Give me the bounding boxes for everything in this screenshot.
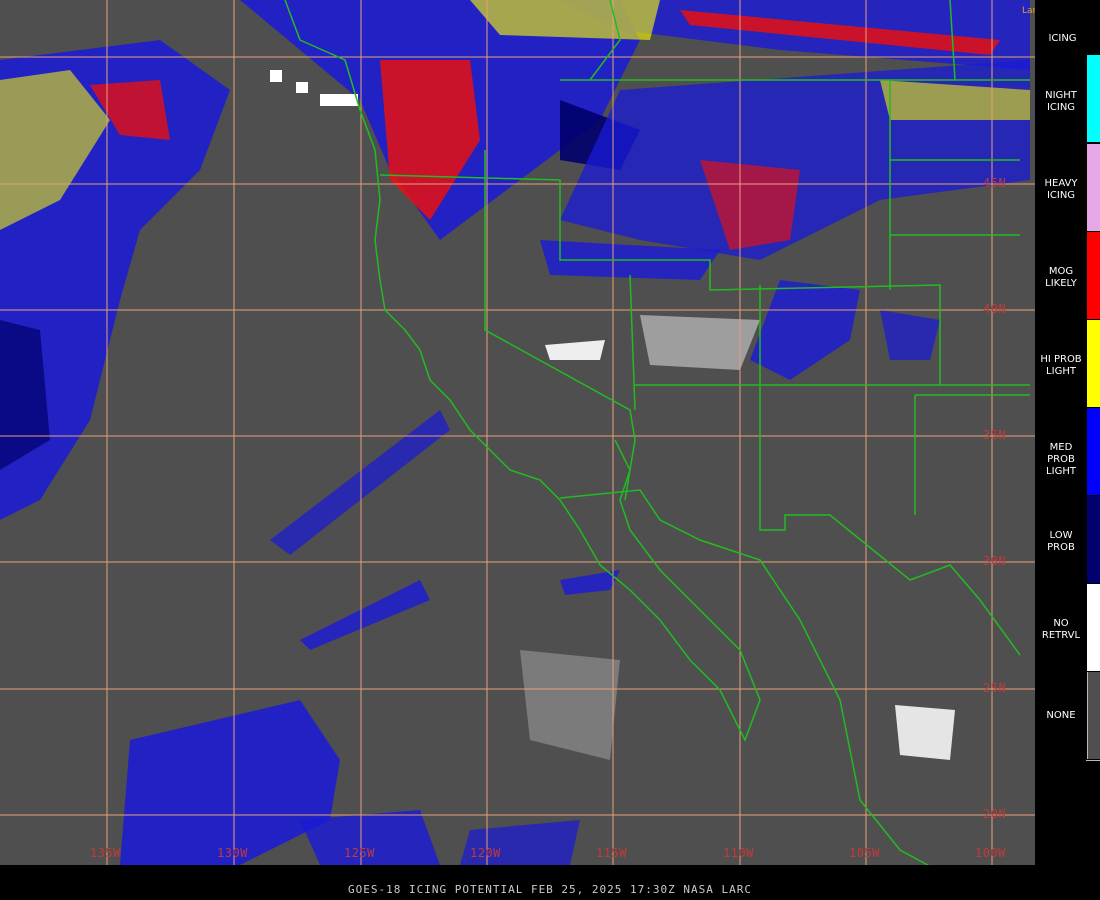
lon-label-105w: 105W — [849, 846, 880, 860]
lat-label-45n: 45N — [983, 176, 1007, 190]
lon-label-130w: 130W — [217, 846, 248, 860]
legend-swatch-night-icing — [1087, 55, 1100, 142]
lon-label-125w: 125W — [344, 846, 375, 860]
footer-caption: GOES-18 ICING POTENTIAL FEB 25, 2025 17:… — [348, 883, 752, 896]
legend-swatch-none — [1087, 672, 1100, 759]
legend-swatch-mog-likely — [1087, 232, 1100, 319]
legend-swatch-hi-prob-light — [1087, 320, 1100, 407]
legend-label-none: NONE — [1035, 710, 1087, 722]
icing-legend: ICING NIGHT ICING HEAVY ICING MOG LIKELY… — [1035, 0, 1100, 865]
legend-label-low-prob: LOW PROB — [1035, 530, 1087, 554]
legend-label-no-retrvl: NO RETRVL — [1035, 618, 1087, 642]
lat-label-25n: 25N — [983, 681, 1007, 695]
legend-swatch-med-prob-light — [1087, 408, 1100, 495]
lon-label-120w: 120W — [470, 846, 501, 860]
legend-label-hi-prob-light: HI PROB LIGHT — [1035, 354, 1087, 378]
legend-label-night-icing: NIGHT ICING — [1035, 90, 1087, 114]
map-svg — [0, 0, 1035, 865]
legend-label-text: HEAVY ICING — [1044, 178, 1078, 201]
legend-label-text: NONE — [1046, 710, 1076, 721]
lon-label-110w: 110W — [723, 846, 754, 860]
legend-swatch-heavy-icing — [1087, 144, 1100, 231]
legend-label-text: NIGHT ICING — [1045, 90, 1077, 113]
legend-label-text: MED PROB LIGHT — [1046, 442, 1076, 477]
lon-label-115w: 115W — [596, 846, 627, 860]
lat-label-35n: 35N — [983, 428, 1007, 442]
legend-label-med-prob-light: MED PROB LIGHT — [1035, 442, 1087, 478]
legend-title: ICING — [1048, 33, 1077, 44]
icing-map: 135W 130W 125W 120W 115W 110W 105W 100W … — [0, 0, 1035, 865]
legend-label-text: HI PROB LIGHT — [1040, 354, 1082, 377]
legend-label-text: NO RETRVL — [1041, 618, 1081, 641]
legend-label-text: MOG LIKELY — [1045, 266, 1077, 289]
lon-label-100w: 100W — [975, 846, 1006, 860]
legend-bottom-rule — [1086, 760, 1100, 761]
lat-label-30n: 30N — [983, 554, 1007, 568]
legend-swatch-low-prob — [1087, 496, 1100, 583]
legend-label-text: LOW PROB — [1047, 530, 1075, 553]
lat-label-20n: 20N — [983, 807, 1007, 821]
lat-label-40n: 40N — [983, 302, 1007, 316]
icing-overlay — [0, 0, 1030, 865]
legend-swatch-no-retrvl — [1087, 584, 1100, 671]
lon-label-135w: 135W — [90, 846, 121, 860]
legend-label-heavy-icing: HEAVY ICING — [1035, 178, 1087, 202]
legend-label-mog-likely: MOG LIKELY — [1035, 266, 1087, 290]
